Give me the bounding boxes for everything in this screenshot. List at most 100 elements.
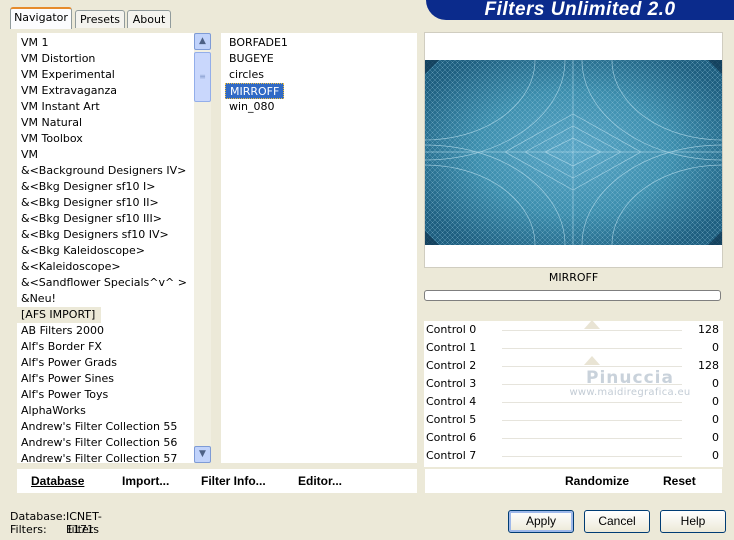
category-item[interactable]: VM Distortion	[17, 51, 197, 67]
category-item[interactable]: VM	[17, 147, 197, 163]
category-item[interactable]: VM Extravaganza	[17, 83, 197, 99]
category-item[interactable]: VM 1	[17, 35, 197, 51]
category-scrollbar[interactable]: ▲ ≡ ▼	[194, 33, 211, 463]
category-item[interactable]: AlphaWorks	[17, 403, 197, 419]
control-value: 0	[712, 341, 719, 354]
category-item[interactable]: Andrew's Filter Collection 56	[17, 435, 197, 451]
scroll-thumb[interactable]: ≡	[194, 52, 211, 102]
filters-value: 1171	[66, 523, 94, 536]
filter-item[interactable]: win_080	[225, 99, 405, 115]
slider-track[interactable]	[502, 402, 682, 403]
category-item[interactable]: VM Instant Art	[17, 99, 197, 115]
control-value: 0	[712, 413, 719, 426]
preview-area	[424, 32, 723, 268]
control-name: Control 7	[426, 449, 477, 462]
reset-button[interactable]: Reset	[663, 469, 696, 493]
editor-button[interactable]: Editor...	[298, 469, 342, 493]
slider-thumb[interactable]	[584, 320, 601, 329]
filter-list[interactable]: BORFADE1 BUGEYE circles MIRROFF win_080	[220, 32, 418, 464]
category-item[interactable]: VM Experimental	[17, 67, 197, 83]
control-name: Control 3	[426, 377, 477, 390]
category-item[interactable]: &<Bkg Kaleidoscope>	[17, 243, 197, 259]
control-name: Control 4	[426, 395, 477, 408]
progress-bar	[424, 290, 721, 301]
navigator-panel: VM 1 VM Distortion VM Experimental VM Extra…	[10, 28, 725, 495]
control-name: Control 5	[426, 413, 477, 426]
category-item[interactable]: AB Filters 2000	[17, 323, 197, 339]
category-item[interactable]: Andrew's Filter Collection 55	[17, 419, 197, 435]
slider-track[interactable]	[502, 438, 682, 439]
control-value: 128	[698, 359, 719, 372]
slider-track[interactable]	[502, 456, 682, 457]
category-item[interactable]: Alf's Power Toys	[17, 387, 197, 403]
apply-button[interactable]: Apply	[508, 510, 574, 533]
category-item[interactable]: [AFS IMPORT]	[17, 307, 102, 323]
category-item[interactable]: Alf's Power Grads	[17, 355, 197, 371]
category-item[interactable]: VM Toolbox	[17, 131, 197, 147]
control-name: Control 0	[426, 323, 477, 336]
category-item[interactable]: &<Kaleidoscope>	[17, 259, 197, 275]
category-item[interactable]: &Neu!	[17, 291, 197, 307]
filter-preview-image	[425, 60, 722, 245]
tab-about[interactable]: About	[127, 10, 171, 28]
slider-thumb[interactable]	[584, 356, 601, 365]
randomize-button[interactable]: Randomize	[565, 469, 629, 493]
control-row[interactable]: Control 0 128	[424, 320, 723, 339]
control-value: 0	[712, 377, 719, 390]
filter-item[interactable]: MIRROFF	[225, 83, 285, 99]
database-button[interactable]: Database	[31, 469, 84, 493]
category-item[interactable]: &<Bkg Designer sf10 II>	[17, 195, 197, 211]
control-value: 0	[712, 395, 719, 408]
control-row[interactable]: Control 6 0	[424, 429, 723, 447]
control-row[interactable]: Control 5 0	[424, 411, 723, 429]
chevron-down-icon[interactable]: ▼	[194, 446, 211, 463]
filter-items: BORFADE1 BUGEYE circles MIRROFF win_080	[225, 35, 405, 115]
filters-label: Filters:	[10, 523, 47, 536]
help-button[interactable]: Help	[660, 510, 726, 533]
filter-info-button[interactable]: Filter Info...	[201, 469, 266, 493]
category-item[interactable]: &<Background Designers IV>	[17, 163, 197, 179]
control-value: 0	[712, 449, 719, 462]
category-item[interactable]: Alf's Power Sines	[17, 371, 197, 387]
filter-item[interactable]: BUGEYE	[225, 51, 405, 67]
slider-track[interactable]	[502, 366, 682, 367]
control-value: 0	[712, 431, 719, 444]
control-name: Control 6	[426, 431, 477, 444]
control-row[interactable]: Control 7 0	[424, 447, 723, 465]
tab-navigator[interactable]: Navigator	[10, 7, 72, 29]
control-row[interactable]: Control 4 0	[424, 393, 723, 411]
tab-presets[interactable]: Presets	[75, 10, 125, 28]
cancel-button[interactable]: Cancel	[584, 510, 650, 533]
category-item[interactable]: &<Bkg Designer sf10 I>	[17, 179, 197, 195]
right-button-bar: Randomize Reset	[424, 468, 723, 494]
filters-status: Filters: 1171	[10, 523, 94, 536]
slider-track[interactable]	[502, 420, 682, 421]
left-button-bar: Database Import... Filter Info... Editor…	[16, 468, 418, 494]
slider-track[interactable]	[502, 348, 682, 349]
category-item[interactable]: Alf's Border FX	[17, 339, 197, 355]
control-sliders: Control 0 128 Control 1 0 Control 2 128 Contro…	[424, 320, 723, 467]
database-status: Database: ICNET-Filters	[10, 510, 102, 536]
chevron-up-icon[interactable]: ▲	[194, 33, 211, 50]
app-banner-title: Filters Unlimited 2.0	[426, 0, 734, 20]
category-list[interactable]: VM 1 VM Distortion VM Experimental VM Extra…	[16, 32, 212, 464]
filter-item[interactable]: BORFADE1	[225, 35, 405, 51]
filter-item[interactable]: circles	[225, 67, 405, 83]
slider-track[interactable]	[502, 384, 682, 385]
category-item[interactable]: VM Natural	[17, 115, 197, 131]
control-name: Control 1	[426, 341, 477, 354]
slider-track[interactable]	[502, 330, 682, 331]
control-value: 128	[698, 323, 719, 336]
control-row[interactable]: Control 3 0	[424, 375, 723, 393]
category-item[interactable]: Andrew's Filter Collection 57	[17, 451, 197, 463]
control-row[interactable]: Control 2 128	[424, 356, 723, 375]
category-item[interactable]: &<Sandflower Specials^v^ >	[17, 275, 197, 291]
category-item[interactable]: &<Bkg Designers sf10 IV>	[17, 227, 197, 243]
import-button[interactable]: Import...	[122, 469, 169, 493]
category-item[interactable]: &<Bkg Designer sf10 III>	[17, 211, 197, 227]
database-label: Database:	[10, 510, 67, 523]
control-row[interactable]: Control 1 0	[424, 339, 723, 357]
control-name: Control 2	[426, 359, 477, 372]
preview-filter-name: MIRROFF	[548, 271, 599, 284]
category-items: VM 1 VM Distortion VM Experimental VM Extra…	[17, 35, 197, 463]
